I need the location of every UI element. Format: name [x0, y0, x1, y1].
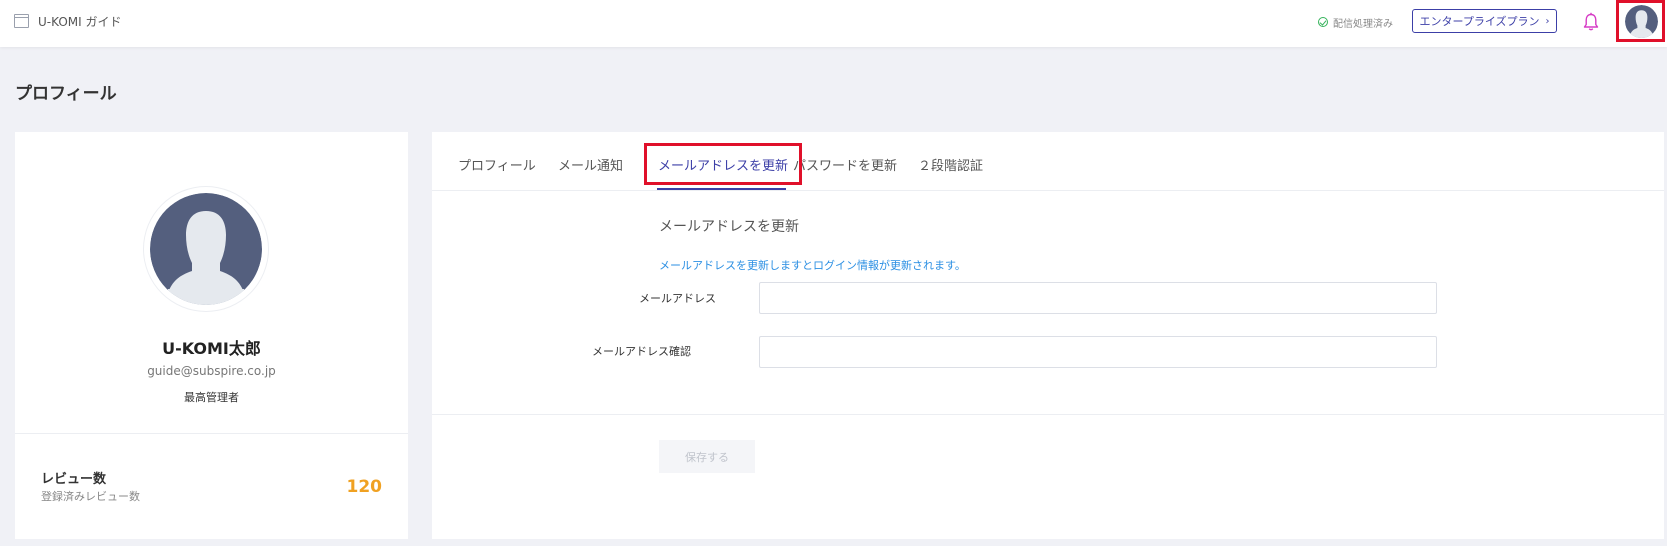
profile-avatar-frame [144, 187, 268, 311]
tab-email-notification[interactable]: メール通知 [558, 155, 623, 174]
user-name: U-KOMI太郎 [162, 339, 261, 358]
section-title: メールアドレスを更新 [659, 219, 799, 235]
plan-button-label: エンタープライズプラン [1419, 15, 1540, 28]
user-email: guide@subspire.co.jp [147, 364, 276, 378]
email-label: メールアドレス [639, 292, 716, 305]
top-bar: U-KOMI ガイド 配信処理済み エンタープライズプラン › [0, 0, 1667, 47]
app-name: U-KOMI ガイド [38, 14, 122, 29]
delivery-status: 配信処理済み [1318, 14, 1393, 30]
review-count-title: レビュー数 [41, 472, 107, 487]
status-text: 配信処理済み [1333, 18, 1393, 30]
email-confirm-label: メールアドレス確認 [592, 345, 691, 358]
tab-bar: プロフィール メール通知 メールアドレスを更新 パスワードを更新 ２段階認証 [432, 132, 1664, 191]
tab-update-password[interactable]: パスワードを更新 [793, 155, 897, 174]
settings-panel: プロフィール メール通知 メールアドレスを更新 パスワードを更新 ２段階認証 メ… [432, 132, 1664, 539]
page-title: プロフィール [15, 84, 117, 104]
avatar-icon[interactable] [1625, 5, 1658, 38]
active-tab-indicator [657, 188, 786, 190]
profile-card: U-KOMI太郎 guide@subspire.co.jp 最高管理者 レビュー… [15, 132, 408, 539]
form-divider [432, 414, 1664, 415]
section-note: メールアドレスを更新しますとログイン情報が更新されます。 [659, 259, 966, 272]
email-field[interactable] [759, 282, 1437, 314]
profile-avatar-icon [150, 193, 262, 305]
email-confirm-field[interactable] [759, 336, 1437, 368]
bell-icon[interactable] [1582, 12, 1600, 32]
tab-profile[interactable]: プロフィール [458, 155, 536, 174]
chevron-right-icon: › [1545, 15, 1550, 27]
window-icon [14, 14, 29, 28]
brand[interactable]: U-KOMI ガイド [14, 12, 121, 30]
tab-highlight [644, 143, 802, 185]
save-button[interactable]: 保存する [659, 440, 755, 473]
enterprise-plan-button[interactable]: エンタープライズプラン › [1412, 9, 1557, 33]
review-count-value: 120 [346, 477, 383, 497]
check-circle-icon [1318, 17, 1328, 27]
user-role: 最高管理者 [184, 391, 239, 404]
card-divider [15, 433, 408, 434]
review-count-subtitle: 登録済みレビュー数 [41, 490, 140, 503]
tab-two-factor-auth[interactable]: ２段階認証 [918, 155, 983, 174]
